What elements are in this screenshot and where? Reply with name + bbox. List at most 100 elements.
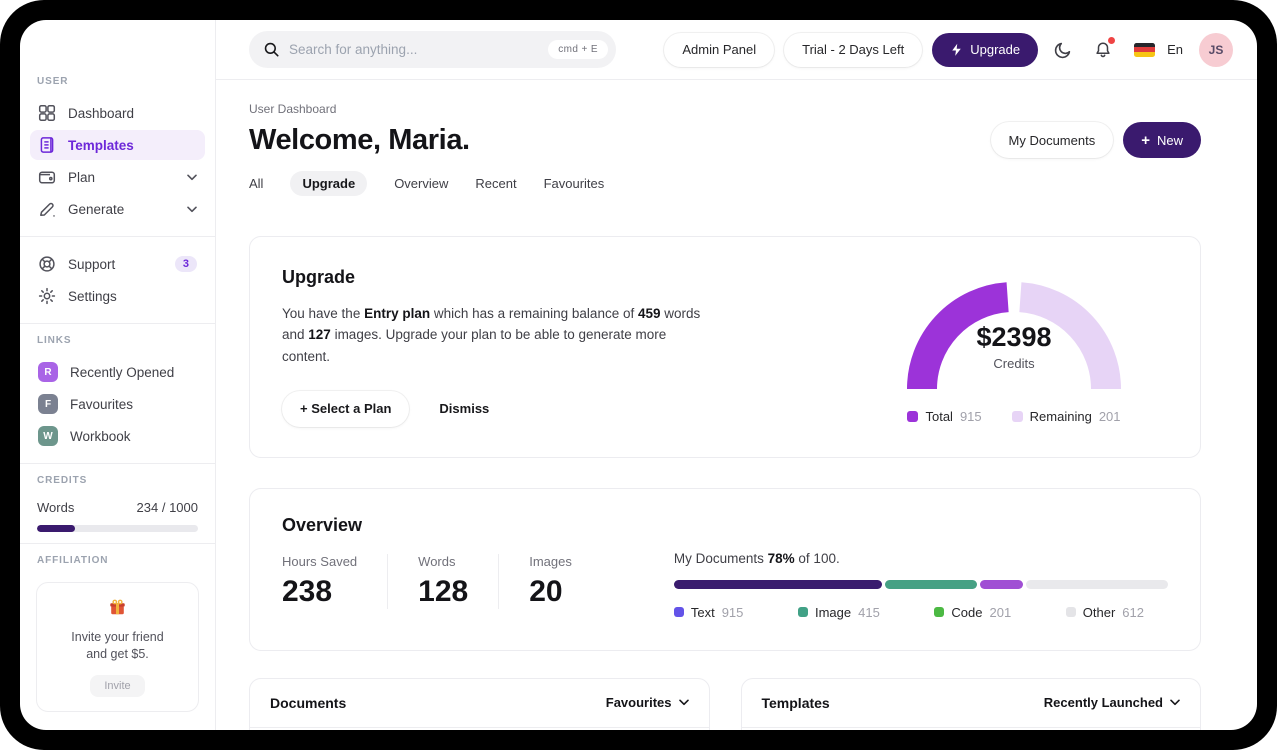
sidebar-item-dashboard[interactable]: Dashboard [30,98,205,128]
chevron-down-icon [1170,699,1180,706]
select-plan-button[interactable]: + Select a Plan [282,390,410,427]
gauge-legend: Total 915 Remaining 201 [894,409,1134,424]
invite-button[interactable]: Invite [90,674,145,697]
documents-progress: My Documents 78% of 100. Text 915 Image … [673,515,1168,620]
sidebar: USER Dashboard Templates Plan Generate S… [20,20,216,730]
bar-segment-text [673,579,883,589]
tab-recent[interactable]: Recent [475,176,516,191]
notifications-button[interactable] [1088,35,1118,65]
breadcrumb: User Dashboard [249,102,337,116]
affiliation-text: Invite your friend and get $5. [71,630,164,661]
stat-hours-saved: Hours Saved 238 [282,553,358,608]
gauge-center: $2398 Credits [904,322,1124,371]
affiliation-card: Invite your friend and get $5. Invite [36,582,199,712]
stat-images: Images 20 [498,553,602,609]
sidebar-item-settings[interactable]: Settings [30,281,205,311]
tab-all[interactable]: All [249,176,263,191]
grid-icon [38,104,56,122]
documents-filter-dropdown[interactable]: Favourites [606,695,689,710]
sidebar-section-affiliation: AFFILIATION [37,555,109,566]
legend-item-code: Code 201 [934,605,1011,620]
dark-mode-toggle[interactable] [1048,35,1078,65]
sidebar-item-support[interactable]: Support 3 [30,249,205,279]
upgrade-card-title: Upgrade [282,267,356,287]
link-avatar: F [38,394,58,414]
support-badge: 3 [174,256,197,272]
sidebar-link-label: Favourites [70,396,134,412]
stat-words: Words 128 [387,553,498,609]
tabs: All Upgrade Overview Recent Favourites [249,170,1201,196]
chevron-down-icon [187,174,197,181]
legend-item-other: Other 612 [1065,605,1144,620]
chevron-down-icon [678,699,689,706]
sidebar-item-generate[interactable]: Generate [30,194,205,224]
plus-icon: + [1141,131,1150,149]
sidebar-item-label: Dashboard [68,105,135,121]
german-flag-icon[interactable] [1134,42,1156,57]
gift-icon [109,599,126,620]
sidebar-item-label: Templates [68,137,134,153]
title-row: Welcome, Maria. My Documents + New [249,122,1201,158]
sidebar-link-recently-opened[interactable]: R Recently Opened [30,357,205,387]
search-icon [263,41,280,58]
sidebar-section-user: USER [37,76,69,87]
legend-swatch [1065,607,1076,618]
chevron-down-icon [187,206,197,213]
bottom-row: Documents Favourites Untitled Document i… [249,677,1201,730]
language-label[interactable]: En [1167,42,1183,57]
sidebar-divider [20,323,215,324]
legend-swatch [797,607,808,618]
sidebar-item-plan[interactable]: Plan [30,162,205,192]
legend-swatch [934,607,945,618]
documents-card-title: Documents [270,694,347,711]
progress-label: My Documents 78% of 100. [673,550,840,566]
app-window: USER Dashboard Templates Plan Generate S… [20,20,1257,730]
legend-item-image: Image 415 [797,605,880,620]
my-documents-button[interactable]: My Documents [990,122,1114,158]
pencil-icon [38,200,56,218]
dismiss-button[interactable]: Dismiss [439,401,489,416]
tab-overview[interactable]: Overview [394,176,448,191]
tab-upgrade[interactable]: Upgrade [290,170,368,196]
document-list-item[interactable]: Untitled Document in Workbook [250,728,709,730]
sidebar-item-templates[interactable]: Templates [30,130,205,160]
legend-item-remaining: Remaining 201 [1011,409,1121,424]
lifebuoy-icon [38,255,56,273]
gauge-label: Credits [993,355,1035,371]
sidebar-section-links: LINKS [37,335,72,346]
user-avatar[interactable]: JS [1199,32,1233,67]
sidebar-item-label: Settings [68,288,117,304]
templates-filter-dropdown[interactable]: Recently Launched [1044,695,1180,710]
bolt-icon [950,43,963,57]
search-bar[interactable]: cmd + E [249,31,616,68]
sidebar-link-label: Workbook [70,428,131,444]
link-avatar: R [38,362,58,382]
overview-card-title: Overview [282,514,363,535]
new-button[interactable]: + New [1123,122,1201,158]
stats-row: Hours Saved 238 Words 128 Images 20 [282,553,602,609]
legend-item-text: Text 915 [673,605,743,620]
credits-progress-track [37,525,198,532]
credits-label: Words [37,500,75,515]
sidebar-link-favourites[interactable]: F Favourites [30,389,205,419]
search-input[interactable] [289,42,540,57]
upgrade-card-body: You have the Entry plan which has a rema… [282,306,701,364]
templates-card-title: Templates [761,694,830,711]
bar-segment-image [885,579,977,589]
sidebar-divider [20,463,215,464]
upgrade-button[interactable]: Upgrade [932,32,1039,67]
template-list-item[interactable]: Blog Post Title in Workbook [742,728,1201,730]
tab-favourites[interactable]: Favourites [544,176,605,191]
main-area: cmd + E Admin Panel Trial - 2 Days Left … [216,20,1257,730]
topbar: cmd + E Admin Panel Trial - 2 Days Left … [216,20,1257,80]
admin-panel-button[interactable]: Admin Panel [664,32,775,67]
sidebar-item-label: Support [68,256,116,272]
credits-row: Words 234 / 1000 [20,500,215,515]
upgrade-card: Upgrade You have the Entry plan which ha… [249,236,1201,458]
link-avatar: W [38,426,58,446]
content-area: User Dashboard Welcome, Maria. My Docume… [216,80,1257,730]
templates-icon [38,136,56,154]
sidebar-link-workbook[interactable]: W Workbook [30,421,205,451]
trial-badge[interactable]: Trial - 2 Days Left [784,32,923,67]
credits-value: 234 / 1000 [136,500,198,515]
